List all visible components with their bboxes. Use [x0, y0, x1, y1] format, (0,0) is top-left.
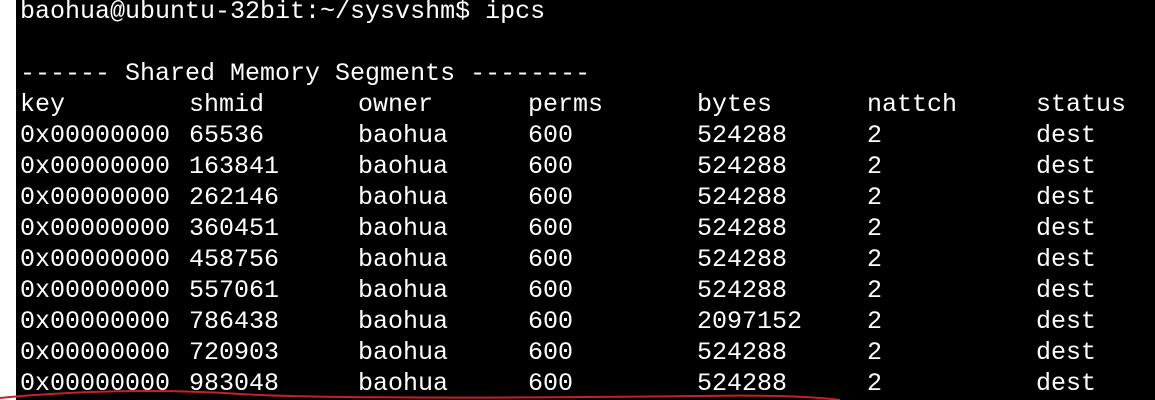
column-header-bytes: bytes — [697, 90, 773, 119]
cell-key: 0x00000000 — [20, 307, 171, 336]
cell-status: dest — [1036, 121, 1097, 150]
cell-nattch: 2 — [867, 307, 883, 336]
cell-nattch: 2 — [867, 369, 883, 398]
table-row: 0x00000000 786438 baohua 600 2097152 2 d… — [20, 306, 1096, 337]
cell-perms: 600 — [528, 276, 574, 305]
cell-bytes: 524288 — [697, 183, 788, 212]
cell-status: dest — [1036, 307, 1097, 336]
cell-key: 0x00000000 — [20, 245, 171, 274]
cell-nattch: 2 — [867, 183, 883, 212]
cell-key: 0x00000000 — [20, 214, 171, 243]
cell-shmid: 262146 — [189, 183, 280, 212]
cell-key: 0x00000000 — [20, 121, 171, 150]
cell-nattch: 2 — [867, 121, 883, 150]
cell-bytes: 524288 — [697, 121, 788, 150]
cell-nattch: 2 — [867, 276, 883, 305]
cell-key: 0x00000000 — [20, 152, 171, 181]
cell-owner: baohua — [358, 214, 449, 243]
cell-status: dest — [1036, 152, 1097, 181]
cell-owner: baohua — [358, 307, 449, 336]
cell-bytes: 524288 — [697, 369, 788, 398]
cell-perms: 600 — [528, 214, 574, 243]
cell-status: dest — [1036, 245, 1097, 274]
cell-owner: baohua — [358, 121, 449, 150]
terminal-window[interactable]: baohua@ubuntu-32bit:~/sysvshm$ ipcs ----… — [16, 0, 1155, 400]
column-header-shmid: shmid — [189, 90, 265, 119]
cell-status: dest — [1036, 214, 1097, 243]
section-header: ------ Shared Memory Segments -------- — [20, 59, 591, 88]
cell-bytes: 524288 — [697, 245, 788, 274]
cell-perms: 600 — [528, 369, 574, 398]
cell-perms: 600 — [528, 307, 574, 336]
cell-shmid: 720903 — [189, 338, 280, 367]
column-header-owner: owner — [358, 90, 434, 119]
table-row: 0x00000000 458756 baohua 600 524288 2 de… — [20, 244, 1096, 275]
cell-owner: baohua — [358, 338, 449, 367]
cell-nattch: 2 — [867, 214, 883, 243]
cell-bytes: 2097152 — [697, 307, 803, 336]
cell-perms: 600 — [528, 338, 574, 367]
cell-shmid: 786438 — [189, 307, 280, 336]
cell-key: 0x00000000 — [20, 183, 171, 212]
table-header-row: key shmid owner perms bytes nattch statu… — [20, 89, 1126, 120]
cell-status: dest — [1036, 183, 1097, 212]
command-prompt-line: baohua@ubuntu-32bit:~/sysvshm$ ipcs — [20, 0, 546, 26]
table-row: 0x00000000 983048 baohua 600 524288 2 de… — [20, 368, 1096, 399]
cell-bytes: 524288 — [697, 152, 788, 181]
cell-nattch: 2 — [867, 245, 883, 274]
cell-nattch: 2 — [867, 152, 883, 181]
cell-shmid: 360451 — [189, 214, 280, 243]
cell-bytes: 524288 — [697, 338, 788, 367]
cell-shmid: 458756 — [189, 245, 280, 274]
table-row: 0x00000000 360451 baohua 600 524288 2 de… — [20, 213, 1096, 244]
cell-bytes: 524288 — [697, 214, 788, 243]
cell-perms: 600 — [528, 245, 574, 274]
cell-shmid: 557061 — [189, 276, 280, 305]
cell-owner: baohua — [358, 276, 449, 305]
cell-key: 0x00000000 — [20, 276, 171, 305]
cell-shmid: 65536 — [189, 121, 265, 150]
cell-nattch: 2 — [867, 338, 883, 367]
table-row: 0x00000000 163841 baohua 600 524288 2 de… — [20, 151, 1096, 182]
cell-owner: baohua — [358, 245, 449, 274]
column-header-nattch: nattch — [867, 90, 958, 119]
cell-perms: 600 — [528, 121, 574, 150]
cell-key: 0x00000000 — [20, 338, 171, 367]
cell-status: dest — [1036, 369, 1097, 398]
cell-owner: baohua — [358, 152, 449, 181]
cell-status: dest — [1036, 338, 1097, 367]
column-header-key: key — [20, 90, 66, 119]
cell-owner: baohua — [358, 183, 449, 212]
cell-status: dest — [1036, 276, 1097, 305]
table-row: 0x00000000 720903 baohua 600 524288 2 de… — [20, 337, 1096, 368]
cell-shmid: 163841 — [189, 152, 280, 181]
cell-shmid: 983048 — [189, 369, 280, 398]
column-header-perms: perms — [528, 90, 604, 119]
table-row: 0x00000000 557061 baohua 600 524288 2 de… — [20, 275, 1096, 306]
cell-owner: baohua — [358, 369, 449, 398]
cell-key: 0x00000000 — [20, 369, 171, 398]
table-row: 0x00000000 65536 baohua 600 524288 2 des… — [20, 120, 1096, 151]
table-row: 0x00000000 262146 baohua 600 524288 2 de… — [20, 182, 1096, 213]
cell-perms: 600 — [528, 152, 574, 181]
cell-bytes: 524288 — [697, 276, 788, 305]
column-header-status: status — [1036, 90, 1127, 119]
cell-perms: 600 — [528, 183, 574, 212]
